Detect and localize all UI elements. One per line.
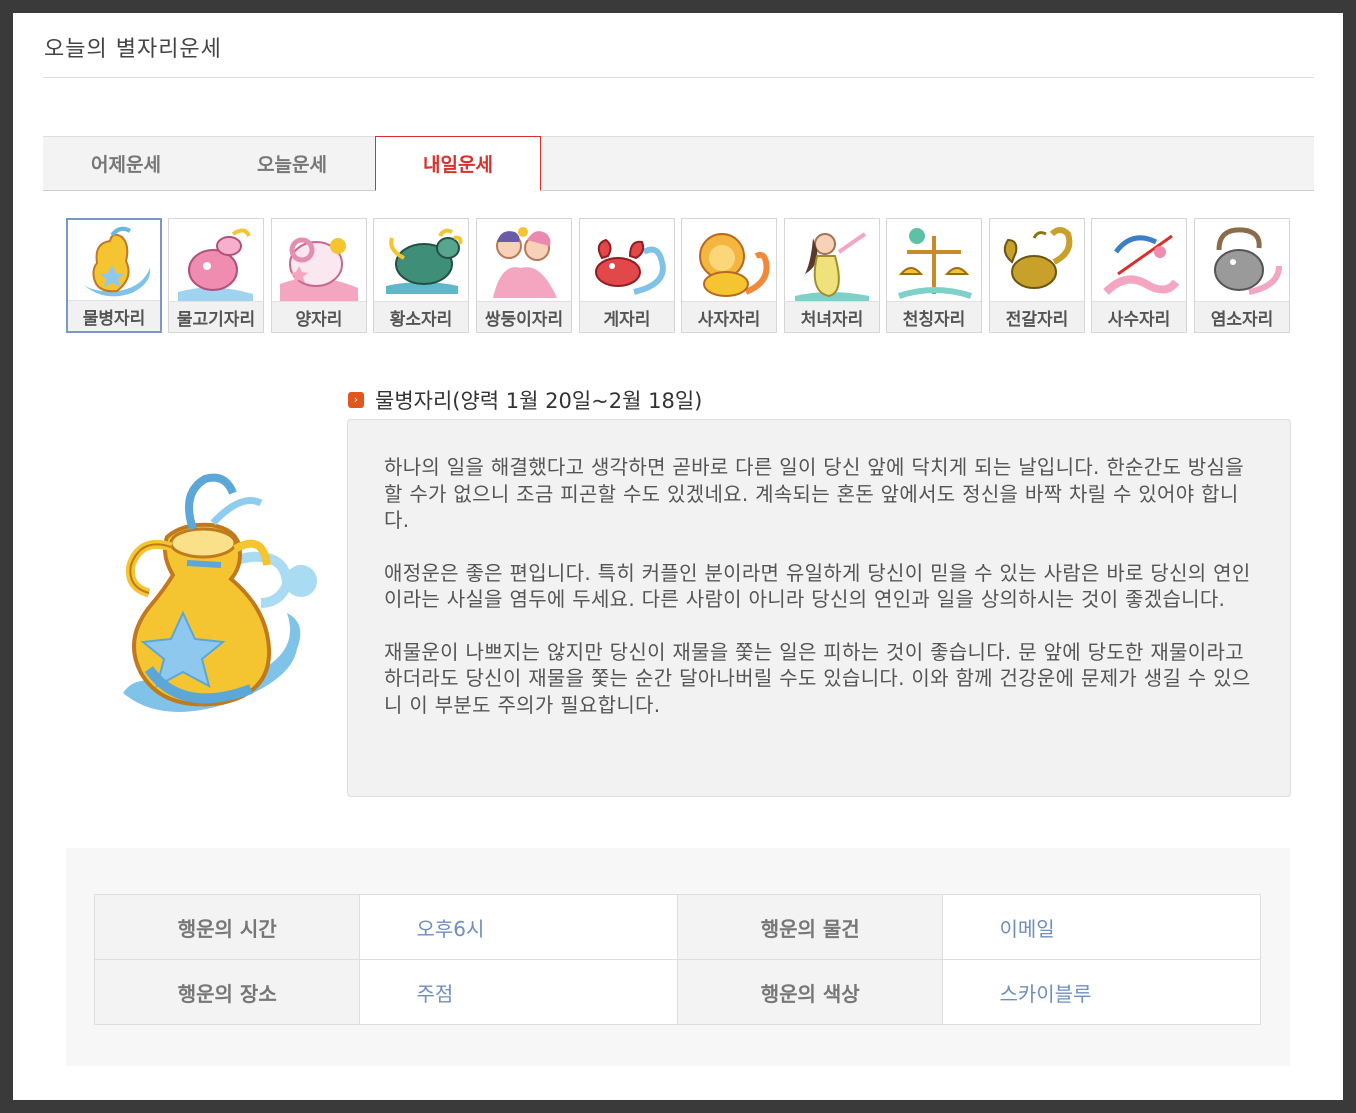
- zodiac-libra[interactable]: 천칭자리: [886, 218, 982, 333]
- cancer-icon: [595, 238, 666, 295]
- zodiac-scorpio[interactable]: 전갈자리: [989, 218, 1085, 333]
- zodiac-label: 처녀자리: [785, 301, 879, 332]
- zodiac-label: 염소자리: [1195, 301, 1289, 332]
- zodiac-capricorn[interactable]: 염소자리: [1194, 218, 1290, 333]
- arrow-bullet-icon: ›: [348, 392, 364, 408]
- zodiac-label: 천칭자리: [887, 301, 981, 332]
- zodiac-label: 쌍둥이자리: [477, 301, 571, 332]
- capricorn-icon: [1214, 227, 1282, 295]
- zodiac-gemini[interactable]: 쌍둥이자리: [476, 218, 572, 333]
- table-row: 행운의 시간 오후6시 행운의 물건 이메일: [93, 894, 1261, 960]
- zodiac-taurus[interactable]: 황소자리: [373, 218, 469, 333]
- fortune-paragraph: 재물운이 나쁘지는 않지만 당신이 재물을 쫓는 일은 피하는 것이 좋습니다.…: [384, 639, 1251, 717]
- zodiac-label: 사자자리: [682, 301, 776, 332]
- zodiac-pisces[interactable]: 물고기자리: [168, 218, 264, 333]
- table-row: 행운의 장소 주점 행운의 색상 스카이블루: [93, 959, 1261, 1025]
- fortune-box: 하나의 일을 해결했다고 생각하면 곧바로 다른 일이 당신 앞에 닥치게 되는…: [347, 419, 1291, 797]
- zodiac-label: 물병자리: [68, 300, 160, 331]
- zodiac-aquarius[interactable]: 물병자리: [66, 218, 162, 333]
- tab-tomorrow[interactable]: 내일운세: [375, 136, 541, 191]
- zodiac-sagittarius[interactable]: 사수자리: [1091, 218, 1187, 333]
- lucky-place-label: 행운의 장소: [93, 959, 361, 1025]
- lucky-color-label: 행운의 색상: [676, 959, 944, 1025]
- lucky-time-value: 오후6시: [359, 894, 678, 960]
- zodiac-cancer[interactable]: 게자리: [579, 218, 675, 333]
- zodiac-label: 물고기자리: [169, 301, 263, 332]
- tab-today[interactable]: 오늘운세: [209, 137, 375, 190]
- zodiac-label: 황소자리: [374, 301, 468, 332]
- zodiac-label: 전갈자리: [990, 301, 1084, 332]
- fortune-paragraph: 애정운은 좋은 편입니다. 특히 커플인 분이라면 유일하게 당신이 믿을 수 …: [384, 560, 1251, 612]
- page-title: 오늘의 별자리운세: [44, 37, 222, 62]
- fortune-paragraph: 하나의 일을 해결했다고 생각하면 곧바로 다른 일이 당신 앞에 닥치게 되는…: [384, 455, 1244, 532]
- zodiac-label: 게자리: [580, 301, 674, 332]
- zodiac-aries[interactable]: 양자리: [271, 218, 367, 333]
- title-divider: [43, 77, 1314, 78]
- libra-icon: [898, 228, 972, 299]
- lucky-table: 행운의 시간 오후6시 행운의 물건 이메일 행운의 장소 주점 행운의 색상 …: [93, 894, 1261, 1025]
- taurus-icon: [386, 228, 463, 294]
- zodiac-label: 사수자리: [1092, 301, 1186, 332]
- lucky-section: 행운의 시간 오후6시 행운의 물건 이메일 행운의 장소 주점 행운의 색상 …: [66, 848, 1290, 1066]
- pisces-icon: [178, 228, 253, 302]
- lucky-color-value: 스카이블루: [942, 959, 1261, 1025]
- sign-heading-text: 물병자리(양력 1월 20일~2월 18일): [375, 389, 703, 413]
- zodiac-leo[interactable]: 사자자리: [681, 218, 777, 333]
- tab-yesterday[interactable]: 어제운세: [43, 137, 209, 190]
- zodiac-label: 양자리: [272, 301, 366, 332]
- lucky-item-label: 행운의 물건: [676, 894, 944, 960]
- virgo-icon: [795, 232, 869, 302]
- lucky-time-label: 행운의 시간: [93, 894, 361, 960]
- scorpio-icon: [1003, 227, 1073, 289]
- lucky-place-value: 주점: [359, 959, 678, 1025]
- zodiac-selector: 물병자리 물고기자리 양자리 황소자리 쌍둥이자리 게자리 사자자리 처녀자리 …: [66, 218, 1296, 335]
- leo-icon: [699, 233, 770, 297]
- aquarius-illustration: [123, 473, 317, 712]
- sign-heading: › 물병자리(양력 1월 20일~2월 18일): [348, 385, 702, 415]
- lucky-item-value: 이메일: [942, 894, 1261, 960]
- sagittarius-icon: [1103, 234, 1180, 295]
- zodiac-virgo[interactable]: 처녀자리: [784, 218, 880, 333]
- gemini-icon: [493, 227, 557, 298]
- aries-icon: [280, 237, 358, 302]
- tab-bar: 어제운세 오늘운세 내일운세: [43, 136, 1314, 191]
- page-frame: 오늘의 별자리운세 어제운세 오늘운세 내일운세 물병자리 물고기자리 양자리 …: [13, 13, 1343, 1100]
- aquarius-icon: [82, 226, 151, 297]
